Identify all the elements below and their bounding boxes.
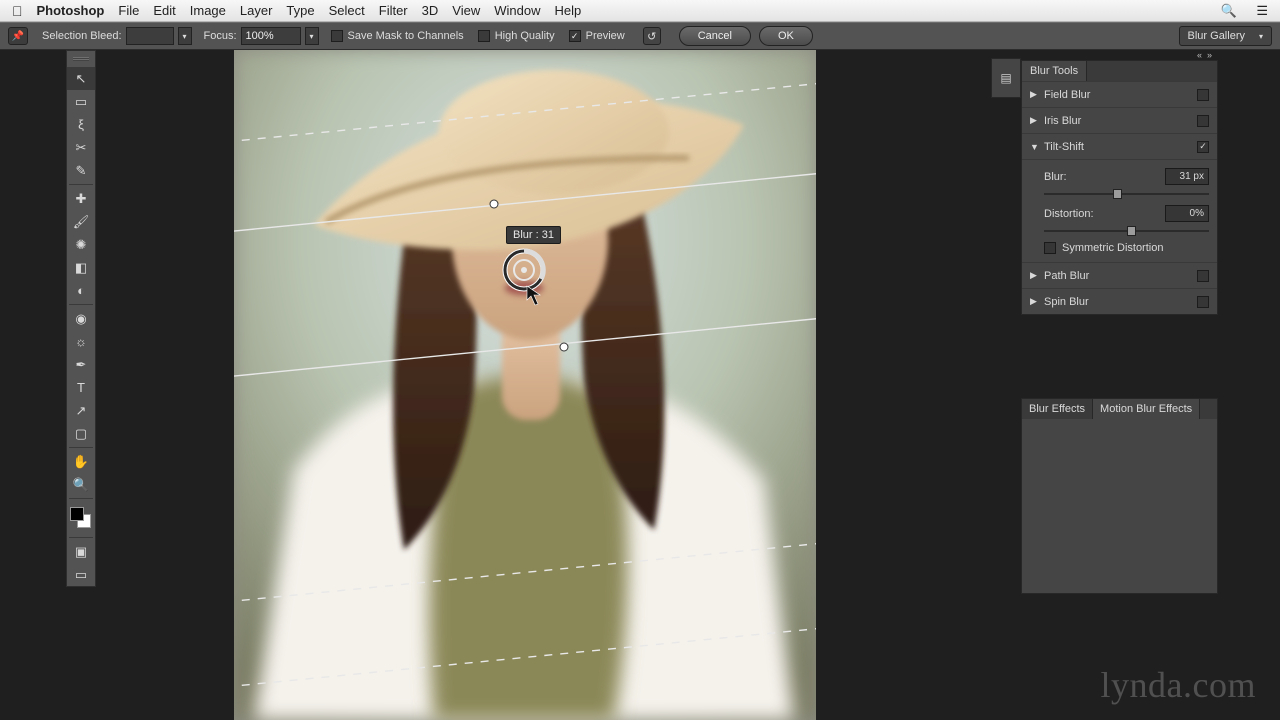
menu-layer[interactable]: Layer [240,3,273,18]
menu-filter[interactable]: Filter [379,3,408,18]
disclosure-icon: ▶ [1030,115,1040,126]
toggle-checkbox[interactable]: ✓ [1197,141,1209,153]
menu-file[interactable]: File [118,3,139,18]
focus-label: Focus: [204,30,237,42]
eraser-tool-icon[interactable]: ◧ [67,256,95,279]
document-canvas[interactable]: Blur : 31 [234,50,816,720]
menu-edit[interactable]: Edit [153,3,175,18]
dodge-tool-icon[interactable]: ☼ [67,330,95,353]
hand-tool-icon[interactable]: ✋ [67,450,95,473]
menu-type[interactable]: Type [286,3,314,18]
panel-tab-bar: Blur Tools [1022,61,1217,81]
options-bar: 📌 Selection Bleed: ▾ Focus: 100% ▾ Save … [0,22,1280,50]
spotlight-icon[interactable]: 🔍 [1221,3,1237,18]
blur-tools-panel: Blur Tools ▶ Field Blur ▶ Iris Blur ▼ Ti… [1021,60,1218,315]
blur-gallery-dropdown[interactable]: Blur Gallery▾ [1179,26,1272,46]
toggle-checkbox[interactable] [1197,89,1209,101]
menu-image[interactable]: Image [190,3,226,18]
distortion-value-input[interactable]: 0% [1165,205,1209,222]
menu-window[interactable]: Window [494,3,540,18]
marquee-tool-icon[interactable]: ▭ [67,90,95,113]
save-mask-option[interactable]: Save Mask to Channels [331,30,464,42]
blur-label: Blur: [1044,171,1165,183]
checkbox-icon [1044,242,1056,254]
panel-grip[interactable] [67,57,95,65]
toggle-checkbox[interactable] [1197,115,1209,127]
blur-slider[interactable] [1044,189,1209,199]
blur-value-input[interactable]: 31 px [1165,168,1209,185]
shape-tool-icon[interactable]: ▢ [67,422,95,445]
panel-collapse-icon[interactable]: « » [992,50,1218,58]
gradient-tool-icon[interactable]: ◐ [67,279,95,302]
panel-icon-strip[interactable]: ▤ [991,58,1021,98]
selection-bleed-label: Selection Bleed: [42,30,122,42]
panel-tab-blur-tools[interactable]: Blur Tools [1022,61,1087,81]
lasso-tool-icon[interactable]: ξ [67,113,95,136]
distortion-slider[interactable] [1044,226,1209,236]
high-quality-option[interactable]: High Quality [478,30,555,42]
apple-menu-icon[interactable]:  [12,3,23,19]
checkbox-icon [478,30,490,42]
healing-tool-icon[interactable]: ✚ [67,187,95,210]
quickmask-icon[interactable]: ▣ [67,540,95,563]
toggle-checkbox[interactable] [1197,270,1209,282]
spin-blur-row[interactable]: ▶ Spin Blur [1022,288,1217,314]
checkbox-icon: ✓ [569,30,581,42]
menu-select[interactable]: Select [329,3,365,18]
symmetric-distortion-option[interactable]: Symmetric Distortion [1044,242,1209,254]
reset-icon[interactable]: ↺ [643,27,661,45]
menu-help[interactable]: Help [554,3,581,18]
tab-motion-blur-effects[interactable]: Motion Blur Effects [1093,399,1200,419]
cancel-button[interactable]: Cancel [679,26,751,46]
path-tool-icon[interactable]: ↗ [67,399,95,422]
selection-bleed-input[interactable] [126,27,174,45]
zoom-tool-icon[interactable]: 🔍 [67,473,95,496]
ok-button[interactable]: OK [759,26,813,46]
blur-value-tooltip: Blur : 31 [506,226,561,244]
preview-option[interactable]: ✓Preview [569,30,625,42]
tools-panel: ↖ ▭ ξ ✂ ✎ ✚ 🖌 ✺ ◧ ◐ ◉ ☼ ✒ T ↗ ▢ ✋ 🔍 ▣ ▭ [66,50,96,587]
disclosure-icon: ▶ [1030,89,1040,100]
tilt-shift-controls: Blur: 31 px Distortion: 0% Symmetric Dis… [1022,159,1217,262]
iris-blur-row[interactable]: ▶ Iris Blur [1022,107,1217,133]
menubar-right: 🔍 ☰ [1205,3,1268,19]
screenmode-icon[interactable]: ▭ [67,563,95,586]
disclosure-icon: ▶ [1030,270,1040,281]
pen-tool-icon[interactable]: ✒ [67,353,95,376]
blur-tool-icon[interactable]: ◉ [67,307,95,330]
panel-options-icon[interactable]: ▤ [992,59,1020,97]
field-blur-row[interactable]: ▶ Field Blur [1022,81,1217,107]
app-name[interactable]: Photoshop [37,3,105,18]
watermark: lynda.com [1101,664,1256,706]
focus-input[interactable]: 100% [241,27,301,45]
menu-extras-icon[interactable]: ☰ [1256,3,1268,18]
move-tool-icon[interactable]: ↖ [67,67,95,90]
eyedropper-tool-icon[interactable]: ✎ [67,159,95,182]
pin-tool-icon[interactable]: 📌 [8,27,28,45]
brush-tool-icon[interactable]: 🖌 [67,210,95,233]
distortion-label: Distortion: [1044,208,1165,220]
stamp-tool-icon[interactable]: ✺ [67,233,95,256]
menu-view[interactable]: View [452,3,480,18]
tilt-shift-row[interactable]: ▼ Tilt-Shift ✓ [1022,133,1217,159]
disclosure-icon: ▶ [1030,296,1040,307]
selection-bleed-dropdown[interactable]: ▾ [178,27,192,45]
color-swatches[interactable] [67,504,95,532]
checkbox-icon [331,30,343,42]
path-blur-row[interactable]: ▶ Path Blur [1022,262,1217,288]
crop-tool-icon[interactable]: ✂ [67,136,95,159]
type-tool-icon[interactable]: T [67,376,95,399]
menu-3d[interactable]: 3D [422,3,439,18]
mac-menubar:  Photoshop File Edit Image Layer Type S… [0,0,1280,22]
focus-dropdown[interactable]: ▾ [305,27,319,45]
toggle-checkbox[interactable] [1197,296,1209,308]
effects-tab-bar: Blur Effects Motion Blur Effects [1022,399,1217,419]
tab-blur-effects[interactable]: Blur Effects [1022,399,1093,419]
disclosure-icon: ▼ [1030,142,1040,152]
blur-effects-panel: Blur Effects Motion Blur Effects [1021,398,1218,594]
